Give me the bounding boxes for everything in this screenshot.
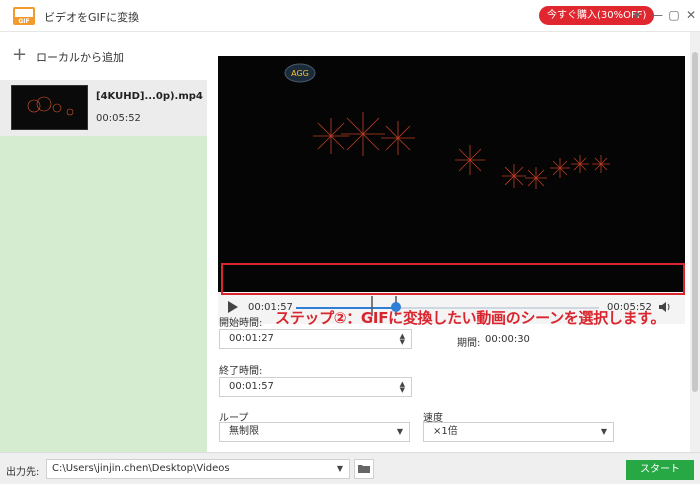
- step-annotation: ステップ②：GIFに変換したい動画のシーンを選択します。: [275, 309, 666, 327]
- end-time-input[interactable]: 00:01:57 ▲ ▼: [219, 377, 412, 397]
- dropdown-menu-icon[interactable]: ▾: [630, 8, 644, 22]
- add-local-label: ローカルから追加: [36, 51, 124, 64]
- end-time-label: 終了時間:: [219, 366, 263, 377]
- open-folder-button[interactable]: [354, 459, 374, 479]
- folder-icon: [358, 465, 370, 473]
- window-title: ビデオをGIFに変換: [44, 11, 140, 24]
- duration-value: 00:00:30: [485, 334, 530, 345]
- chevron-down-icon: ▼: [600, 427, 607, 436]
- start-button[interactable]: スタート: [626, 460, 694, 480]
- scrollbar-thumb[interactable]: [692, 52, 698, 392]
- scrollbar[interactable]: [690, 32, 700, 452]
- spinner-icon[interactable]: ▲ ▼: [400, 333, 405, 346]
- file-list-item[interactable]: [4KUHD]...0p).mp4 00:05:52: [0, 80, 207, 136]
- chevron-down-icon: ▼: [336, 464, 343, 473]
- sidebar: + ローカルから追加 [4KUHD]...0p).mp4 00:05:52: [0, 32, 207, 452]
- speed-select[interactable]: ×1倍 ▼: [423, 422, 614, 442]
- add-local-button[interactable]: + ローカルから追加: [0, 32, 207, 80]
- footer-bar: 出力先: C:\Users\jinjin.chen\Desktop\Videos…: [0, 452, 700, 484]
- main-panel: AGG 00:01:57 00:05:52 ステップ②：GIFに変換したい動画の…: [207, 32, 700, 452]
- play-icon[interactable]: [227, 300, 239, 314]
- file-duration: 00:05:52: [96, 113, 141, 124]
- chevron-down-icon: ▼: [396, 427, 403, 436]
- start-time-input[interactable]: 00:01:27 ▲ ▼: [219, 329, 412, 349]
- file-name: [4KUHD]...0p).mp4: [96, 91, 203, 102]
- svg-text:GIF: GIF: [18, 18, 29, 25]
- close-icon[interactable]: ✕: [684, 8, 698, 22]
- video-preview[interactable]: AGG: [218, 56, 685, 292]
- gif-app-icon: GIF: [13, 7, 35, 25]
- plus-icon: +: [12, 44, 28, 65]
- output-path-select[interactable]: C:\Users\jinjin.chen\Desktop\Videos ▼: [46, 459, 350, 479]
- maximize-icon[interactable]: ▢: [667, 8, 681, 22]
- title-bar: GIF ビデオをGIFに変換 今すぐ購入(30%OFF) ▾ — ▢ ✕: [0, 0, 700, 32]
- minimize-icon[interactable]: —: [650, 8, 664, 22]
- duration-label: 期間:: [457, 338, 481, 349]
- agg-watermark: AGG: [291, 69, 309, 78]
- loop-select[interactable]: 無制限 ▼: [219, 422, 410, 442]
- spinner-icon[interactable]: ▲ ▼: [400, 381, 405, 394]
- output-label: 出力先:: [6, 467, 40, 478]
- start-time-label: 開始時間:: [219, 318, 263, 329]
- video-thumbnail: [11, 85, 88, 130]
